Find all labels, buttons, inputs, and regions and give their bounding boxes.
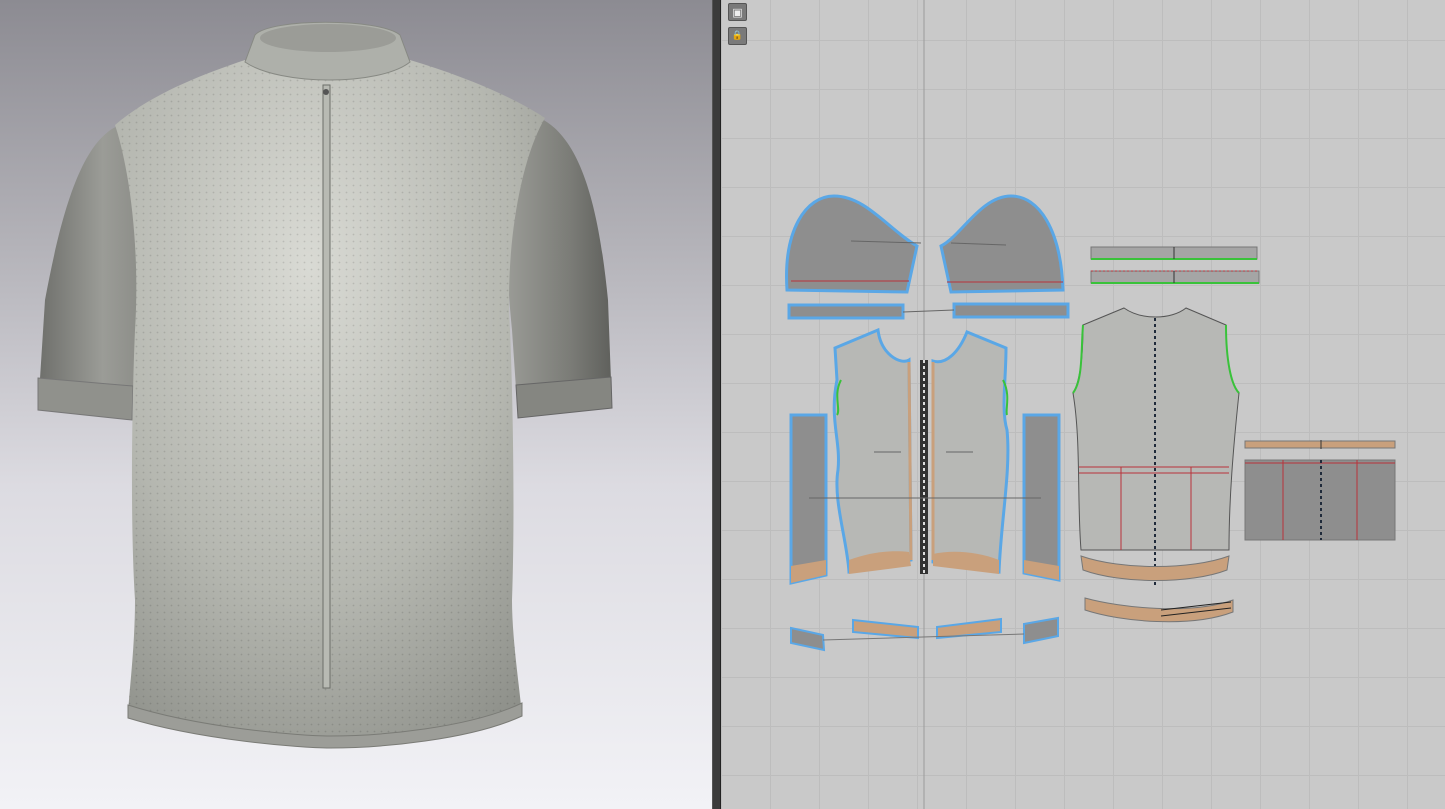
3d-viewport[interactable] (0, 0, 712, 809)
window-divider[interactable] (712, 0, 721, 809)
pattern-hem-left-end[interactable] (790, 626, 826, 652)
pattern-pocket-band[interactable] (1244, 440, 1396, 449)
2d-pattern-window[interactable]: ▣ 🔒 (721, 0, 1445, 809)
front-zipper (322, 84, 331, 689)
pattern-sleeve-right[interactable] (939, 194, 1065, 294)
pattern-cuff-right[interactable] (952, 302, 1070, 319)
left-sleeve-cuff (37, 377, 134, 421)
pattern-sleeve-left[interactable] (785, 194, 919, 294)
pattern-side-left[interactable] (789, 413, 828, 585)
pattern-hem-right-end[interactable] (1023, 616, 1059, 645)
pattern-hem-left[interactable] (852, 618, 919, 640)
pattern-canvas[interactable] (721, 0, 1445, 809)
pattern-cuff-left[interactable] (787, 303, 905, 320)
pattern-collar-inner[interactable] (1090, 270, 1260, 284)
3d-jersey-render (37, 21, 613, 749)
pattern-front-left[interactable] (832, 327, 913, 574)
